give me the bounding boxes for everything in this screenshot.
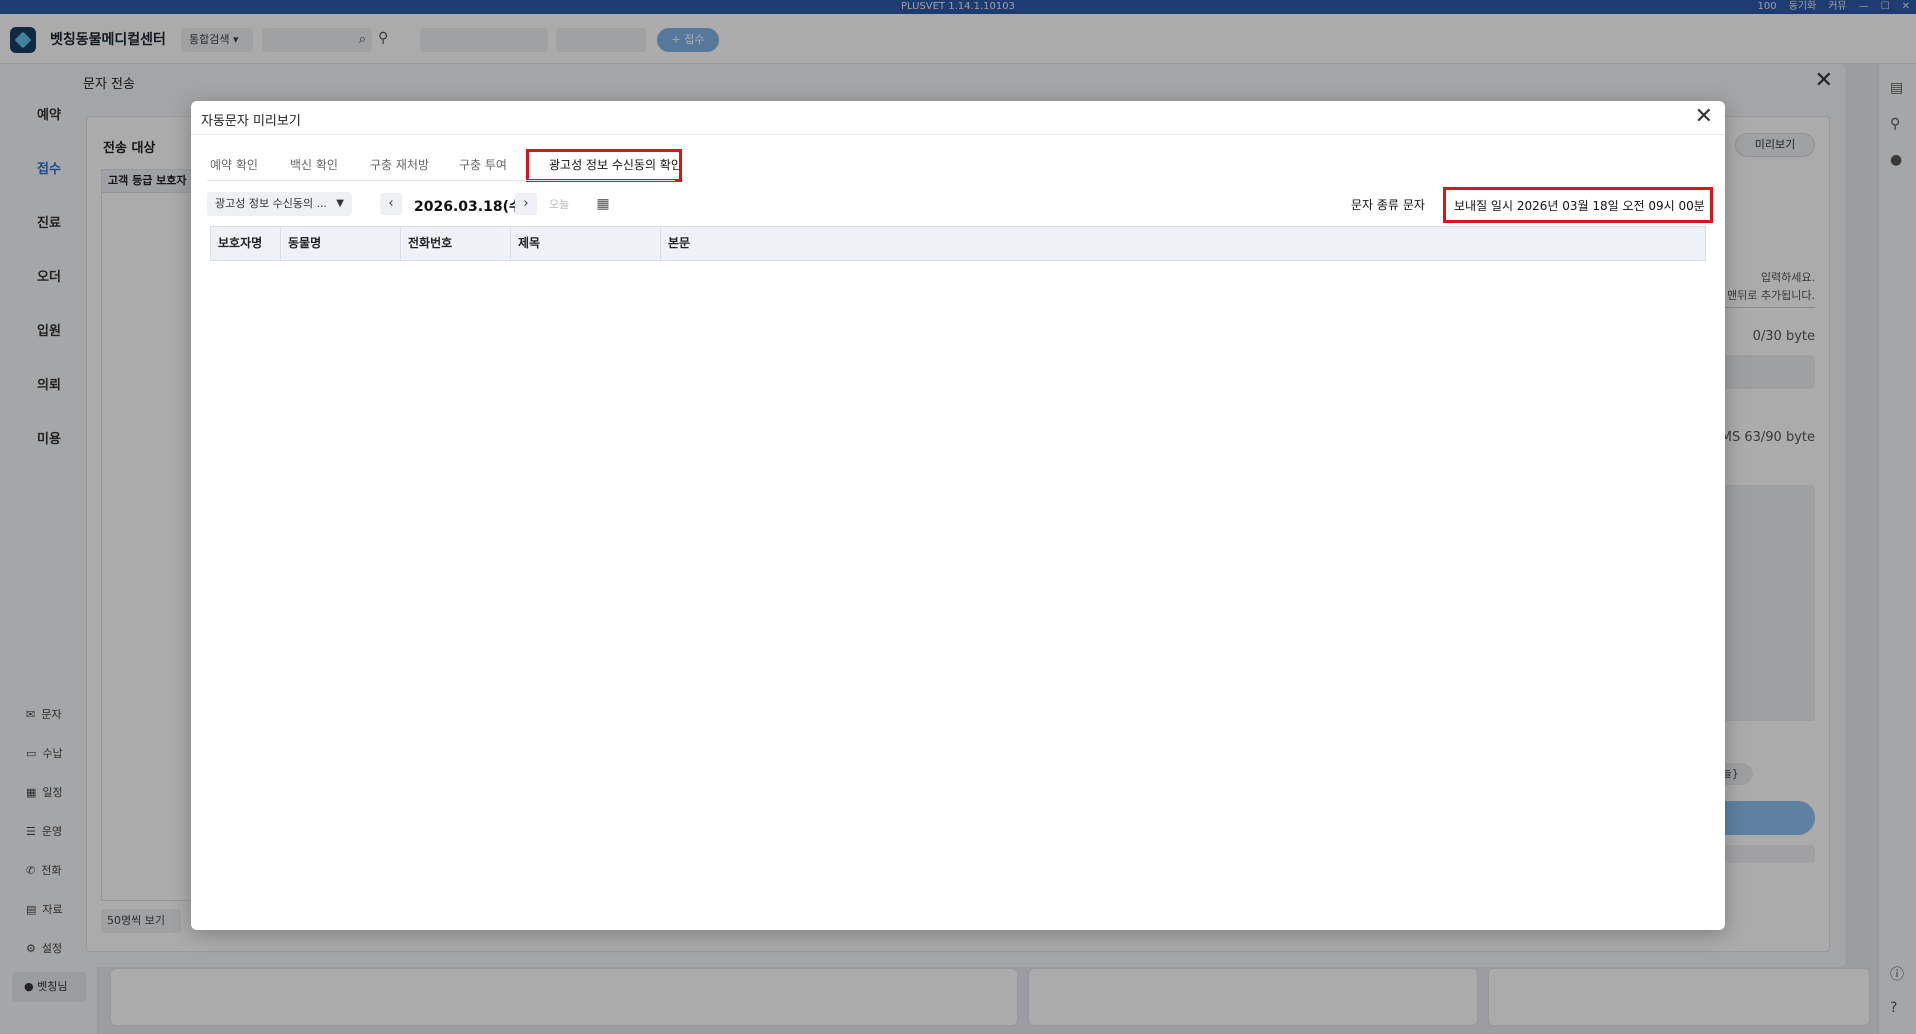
- current-date: 2026.03.18(수): [414, 199, 529, 215]
- send-time: 보내질 일시 2026년 03월 18일 오전 09시 00분: [1454, 197, 1705, 214]
- chevron-right-icon: ›: [523, 196, 529, 211]
- col-title: 제목: [511, 227, 661, 260]
- chevron-left-icon: ‹: [388, 196, 394, 211]
- tab-deworm-administration[interactable]: 구충 투여: [459, 149, 507, 181]
- message-type-value: 문자: [1402, 198, 1425, 212]
- close-icon[interactable]: ✕: [1695, 104, 1713, 129]
- active-tab-highlight: [526, 149, 682, 182]
- caret-down-icon: ▼: [336, 198, 344, 209]
- tabs-underline: [207, 180, 675, 181]
- col-guardian-name: 보호자명: [211, 227, 281, 260]
- send-time-highlight: 보내질 일시 2026년 03월 18일 오전 09시 00분: [1443, 187, 1713, 223]
- tab-deworm-represcription[interactable]: 구충 재처방: [370, 149, 429, 181]
- tab-reservation-confirm[interactable]: 예약 확인: [210, 149, 258, 181]
- col-body: 본문: [668, 236, 691, 250]
- next-date-button[interactable]: ›: [515, 193, 537, 215]
- send-time-label: 보내질 일시: [1454, 199, 1514, 213]
- header-divider: [191, 134, 1725, 135]
- send-time-value: 2026년 03월 18일 오전 09시 00분: [1516, 199, 1705, 213]
- prev-date-button[interactable]: ‹: [380, 193, 402, 215]
- sms-type-select-value: 광고성 정보 수신동의 ...: [215, 197, 328, 210]
- auto-sms-preview-modal: 자동문자 미리보기 ✕ 예약 확인 백신 확인 구충 재처방 구충 투여 광고성…: [191, 101, 1725, 930]
- message-type: 문자 종류 문자: [1351, 196, 1425, 213]
- today-button[interactable]: 오늘: [549, 196, 569, 212]
- preview-table-header: 보호자명 동물명 전화번호 제목 본문: [210, 226, 1706, 261]
- calendar-icon[interactable]: ▦: [591, 193, 615, 215]
- preview-modal-title: 자동문자 미리보기: [201, 114, 301, 129]
- col-phone: 전화번호: [401, 227, 511, 260]
- tab-vaccine-confirm[interactable]: 백신 확인: [290, 149, 338, 181]
- sms-type-select[interactable]: 광고성 정보 수신동의 ... ▼: [207, 192, 352, 216]
- message-type-label: 문자 종류: [1351, 198, 1399, 212]
- col-animal-name: 동물명: [281, 227, 401, 260]
